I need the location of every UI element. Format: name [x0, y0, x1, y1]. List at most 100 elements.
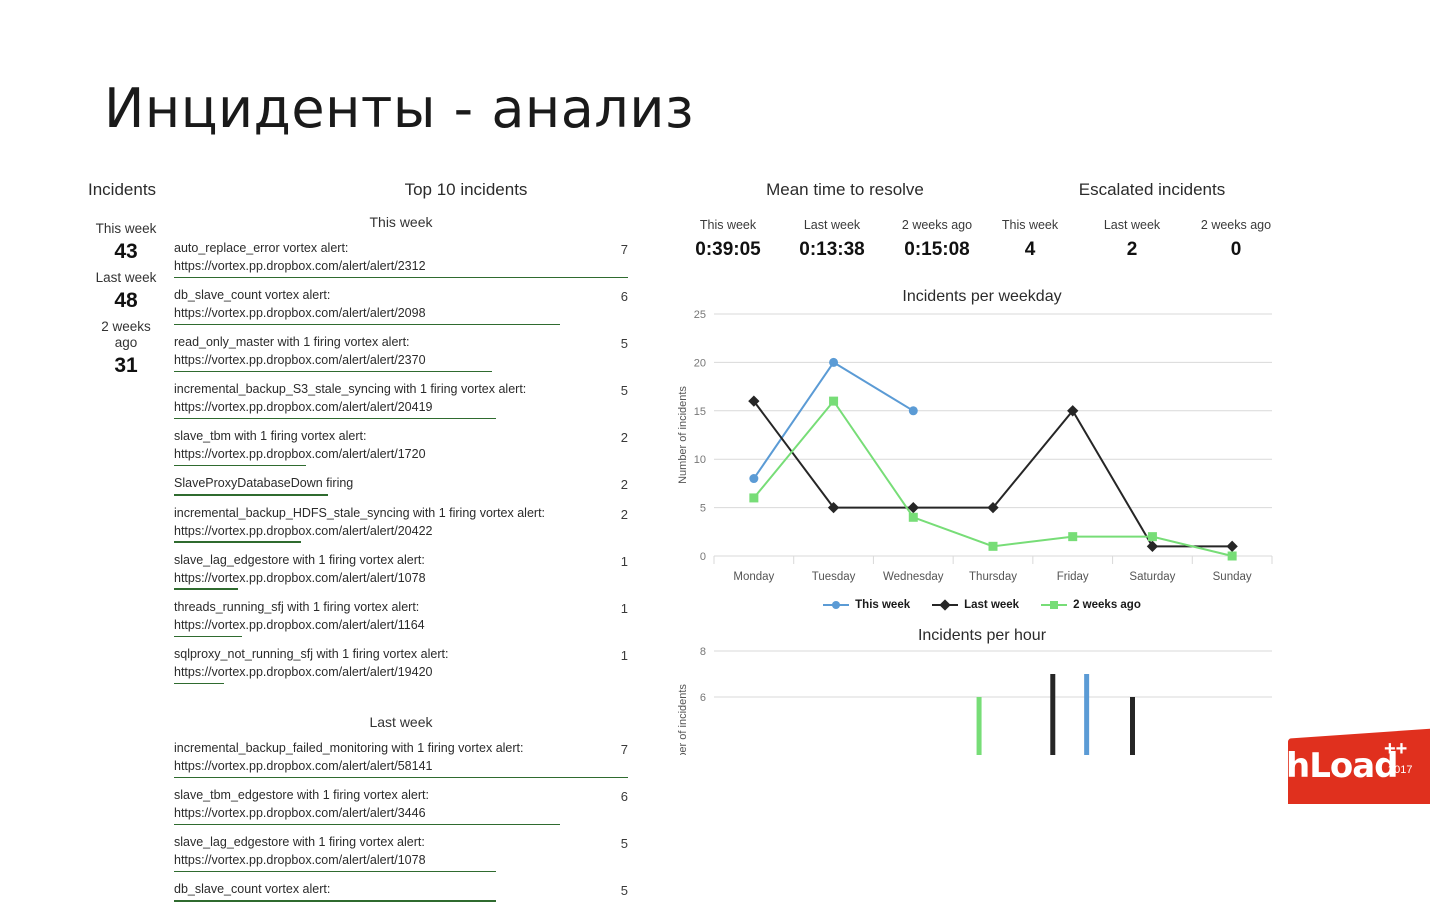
incident-count: 5 [620, 383, 628, 399]
incident-text: SlaveProxyDatabaseDown firing [174, 476, 354, 491]
incident-url[interactable]: https://vortex.pp.dropbox.com/alert/aler… [174, 571, 426, 585]
incident-count: 2 [620, 477, 628, 493]
incident-url[interactable]: https://vortex.pp.dropbox.com/alert/aler… [174, 353, 426, 367]
incident-bar [174, 823, 560, 826]
stat-columns: This week 0:39:05 Last week 0:13:38 2 we… [672, 218, 1292, 280]
counter-this-week: This week 43 [88, 221, 164, 263]
data-point [1146, 540, 1159, 552]
y-tick-label: 20 [694, 357, 706, 369]
incident-row[interactable]: read_only_master with 1 firing vortex al… [174, 334, 628, 376]
legend-swatch-icon [823, 600, 850, 610]
x-tick-label: Friday [1057, 571, 1089, 583]
y-tick-label: 25 [694, 309, 706, 321]
counter-label: This week [95, 221, 157, 236]
legend-swatch-icon [932, 599, 959, 611]
incident-bar [174, 635, 243, 638]
incident-text: incremental_backup_S3_stale_syncing with… [174, 382, 527, 415]
incident-row[interactable]: incremental_backup_HDFS_stale_syncing wi… [174, 505, 628, 547]
series-line-last-week [753, 400, 1233, 548]
top10-heading: Top 10 incidents [404, 180, 528, 199]
x-tick-label: Wednesday [883, 571, 944, 583]
incident-row[interactable]: sqlproxy_not_running_sfj with 1 firing v… [174, 646, 628, 688]
data-point [749, 474, 759, 484]
incident-row[interactable]: slave_tbm with 1 firing vortex alert: htt… [174, 428, 628, 470]
data-point [1147, 532, 1157, 542]
data-point [908, 406, 918, 416]
legend-item[interactable]: 2 weeks ago [1041, 599, 1141, 611]
incident-bar [174, 900, 497, 902]
incident-url[interactable]: https://vortex.pp.dropbox.com/alert/aler… [174, 853, 426, 867]
incident-url[interactable]: https://vortex.pp.dropbox.com/alert/aler… [174, 665, 432, 679]
incident-bar [174, 323, 560, 326]
counter-value: 43 [114, 239, 138, 263]
series-line-2-weeks-ago [753, 399, 1233, 557]
incident-row[interactable]: db_slave_count vortex alert: https://vort… [174, 287, 628, 329]
incidents-per-hour-chart: Incidents per hour 6 8 Number of incidents [672, 627, 1292, 755]
escalated-last-week: Last week 2 [1076, 218, 1188, 261]
incident-bar [174, 276, 628, 279]
stat-value: 2 [1126, 239, 1138, 260]
y-tick-label: 10 [694, 454, 706, 466]
incident-count: 6 [620, 789, 628, 805]
incident-bar [174, 494, 329, 496]
series-line-this-week [753, 361, 914, 480]
counter-label: Last week [95, 270, 157, 286]
last-week-incident-rows: incremental_backup_failed_monitoring wit… [174, 740, 628, 906]
last-week-subheading: Last week [369, 714, 433, 731]
logo-wordmark: hLoad [1286, 746, 1399, 786]
incident-count: 5 [620, 836, 628, 852]
counter-value: 48 [114, 288, 138, 312]
data-point [829, 357, 839, 367]
this-week-incident-rows: auto_replace_error vortex alert: https://… [174, 240, 628, 688]
incident-text: db_slave_count vortex alert: [174, 882, 331, 897]
data-point [829, 396, 839, 406]
legend-item[interactable]: Last week [932, 599, 1019, 611]
legend-label: 2 weeks ago [1073, 599, 1141, 611]
incident-url[interactable]: https://vortex.pp.dropbox.com/alert/aler… [174, 806, 426, 820]
hour-chart-svg: 6 8 Number of incidents [677, 646, 1272, 755]
incident-row[interactable]: auto_replace_error vortex alert: https://… [174, 240, 628, 282]
this-week-subheading: This week [369, 214, 433, 230]
incident-row[interactable]: SlaveProxyDatabaseDown firing 2 [174, 475, 628, 499]
incident-url[interactable]: https://vortex.pp.dropbox.com/alert/aler… [174, 306, 426, 320]
escalated-heading: Escalated incidents [1078, 180, 1226, 199]
incident-url[interactable]: https://vortex.pp.dropbox.com/alert/aler… [174, 524, 432, 538]
incident-text: read_only_master with 1 firing vortex al… [174, 335, 426, 367]
incident-url[interactable]: https://vortex.pp.dropbox.com/alert/aler… [174, 400, 432, 414]
y-tick-label: 6 [700, 692, 706, 704]
mean-time-heading: Mean time to resolve [766, 180, 924, 199]
incident-row[interactable]: slave_lag_edgestore with 1 firing vortex… [174, 552, 628, 594]
incident-row[interactable]: threads_running_sfj with 1 firing vortex… [174, 599, 628, 641]
incident-row[interactable]: incremental_backup_S3_stale_syncing with… [174, 381, 628, 423]
y-axis-label: Number of incidents [677, 684, 689, 755]
incident-text: slave_lag_edgestore with 1 firing vortex… [174, 835, 426, 868]
y-tick-label: 8 [700, 646, 706, 658]
data-point [1226, 540, 1238, 552]
chart-title: Incidents per weekday [902, 288, 1062, 305]
data-point [1068, 532, 1078, 542]
incident-row[interactable]: slave_tbm_edgestore with 1 firing vortex… [174, 787, 628, 829]
stat-value: 0 [1230, 239, 1242, 260]
incident-text: db_slave_count vortex alert: https://vort… [174, 288, 426, 320]
incident-bar [174, 682, 224, 685]
incident-url[interactable]: https://vortex.pp.dropbox.com/alert/aler… [174, 618, 425, 632]
highload-logo: hLoad ++ 2017 [1280, 720, 1430, 804]
incident-row[interactable]: incremental_backup_failed_monitoring wit… [174, 740, 628, 782]
incident-url[interactable]: https://vortex.pp.dropbox.com/alert/aler… [174, 259, 426, 273]
counter-last-week: Last week 48 [88, 270, 164, 312]
incident-count: 2 [620, 506, 628, 522]
incident-count: 5 [620, 336, 628, 352]
metrics-panel: Mean time to resolve Escalated incidents… [672, 180, 1292, 755]
incident-url[interactable]: https://vortex.pp.dropbox.com/alert/aler… [174, 447, 426, 461]
data-point [1227, 551, 1237, 561]
incident-url[interactable]: https://vortex.pp.dropbox.com/alert/aler… [174, 759, 432, 773]
legend-item[interactable]: This week [823, 599, 910, 611]
incident-text: incremental_backup_HDFS_stale_syncing wi… [174, 505, 546, 538]
incident-counters: This week 43 Last week 48 2 weeks ago 31 [88, 214, 164, 377]
page-title: Инциденты - анализ [104, 77, 695, 140]
incident-row[interactable]: db_slave_count vortex alert: 5 [174, 881, 628, 905]
incident-count: 1 [620, 601, 628, 616]
incident-row[interactable]: slave_lag_edgestore with 1 firing vortex… [174, 834, 628, 876]
stat-label: Last week [803, 218, 861, 232]
mtr-last-week: Last week 0:13:38 [776, 218, 888, 261]
